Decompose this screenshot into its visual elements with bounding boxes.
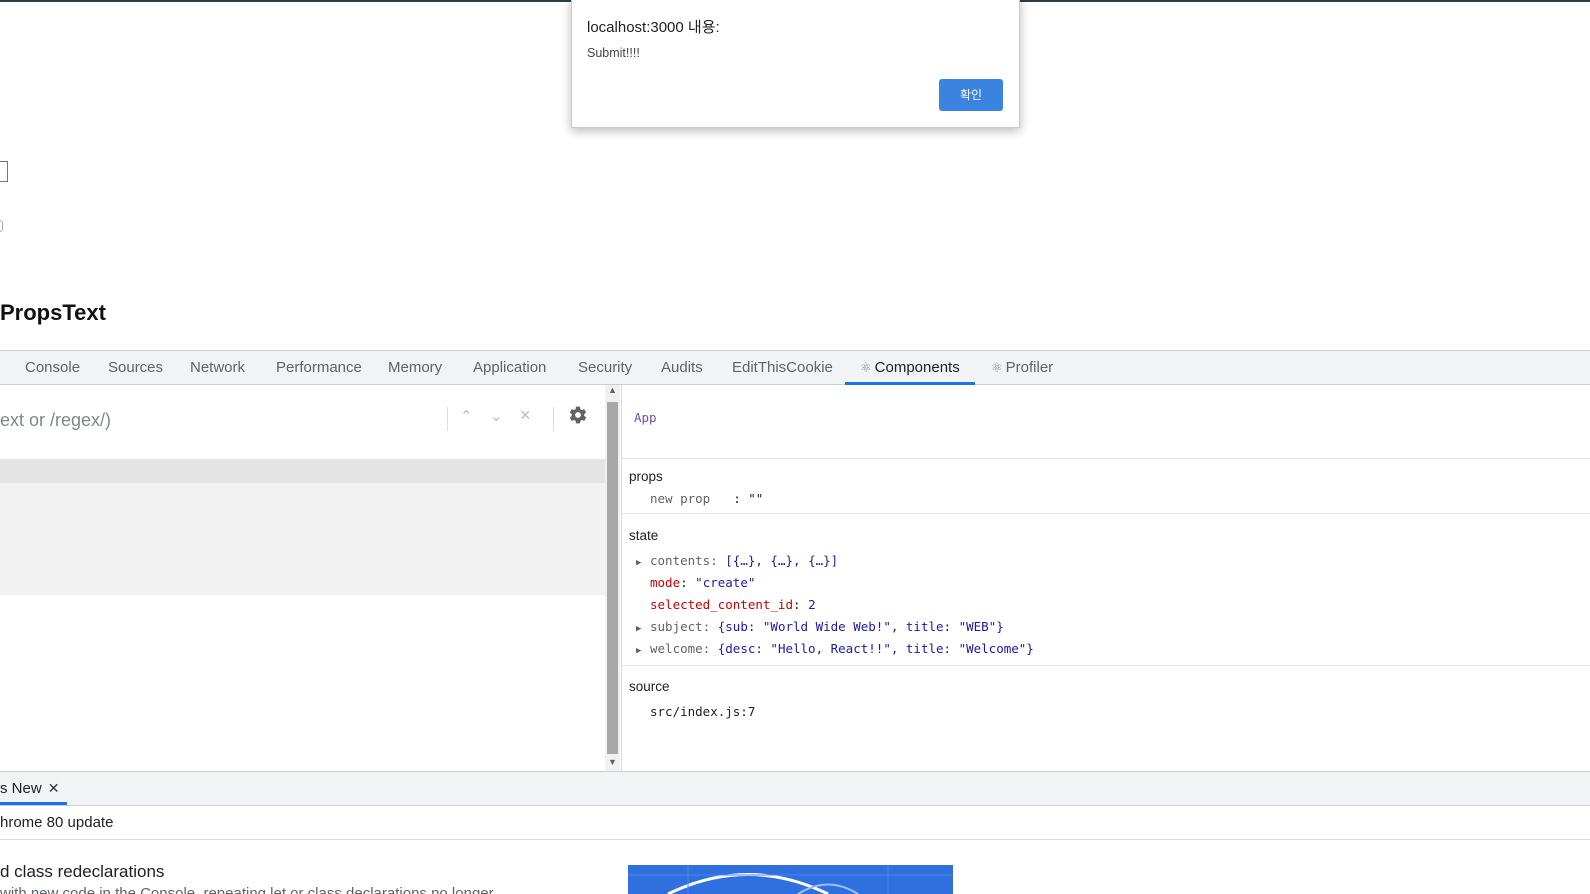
- component-inspector-pane: App props new prop : "" state ▶ contents: …: [621, 385, 1590, 771]
- divider: [622, 665, 1590, 666]
- drawer-tab-bar: s New ✕: [0, 771, 1590, 806]
- scroll-down-arrow-icon[interactable]: ▼: [608, 757, 617, 767]
- scrollbar[interactable]: ▲ ▼: [605, 385, 620, 771]
- tab-security[interactable]: Security: [578, 351, 632, 385]
- expand-arrow-icon[interactable]: ▶: [636, 624, 644, 634]
- scroll-up-arrow-icon[interactable]: ▲: [608, 385, 617, 395]
- selected-component-name: App: [634, 410, 657, 425]
- alert-dialog: localhost:3000 내용: Submit!!!! 확인: [571, 0, 1020, 128]
- gear-icon[interactable]: [568, 405, 588, 425]
- divider: [553, 407, 554, 431]
- close-icon[interactable]: ✕: [48, 780, 60, 796]
- tab-components[interactable]: ⚛ Components: [845, 351, 975, 385]
- new-prop-row[interactable]: new prop : "": [650, 491, 763, 506]
- page-text-input[interactable]: [0, 161, 8, 182]
- divider: [447, 407, 448, 431]
- tab-sources[interactable]: Sources: [108, 351, 163, 385]
- new-prop-value[interactable]: : "": [733, 491, 763, 506]
- tab-profiler[interactable]: ⚛ Profiler: [991, 351, 1053, 385]
- source-location[interactable]: src/index.js:7: [650, 704, 755, 719]
- drawer-article-body: with new code in the Console, repeating …: [0, 885, 494, 894]
- divider: [622, 458, 1590, 459]
- new-prop-key[interactable]: new prop: [650, 491, 710, 506]
- tab-memory[interactable]: Memory: [388, 351, 442, 385]
- tree-row-selected[interactable]: [0, 459, 605, 483]
- expand-arrow-icon[interactable]: ▶: [636, 558, 644, 568]
- react-atom-icon: ⚛: [860, 360, 872, 375]
- tab-whats-new[interactable]: s New ✕: [0, 772, 68, 805]
- state-row-selected-content-id[interactable]: selected_content_id: 2: [636, 597, 816, 612]
- tab-performance[interactable]: Performance: [276, 351, 362, 385]
- alert-title: localhost:3000 내용:: [587, 19, 720, 36]
- tree-row-highlight: [0, 483, 605, 595]
- drawer-article-heading[interactable]: d class redeclarations: [0, 862, 164, 882]
- state-row-mode[interactable]: mode: "create": [636, 575, 755, 590]
- close-icon[interactable]: ×: [520, 405, 531, 426]
- drawer-subheader: hrome 80 update: [0, 806, 1590, 840]
- tab-editthiscookie[interactable]: EditThisCookie: [732, 351, 833, 385]
- source-section-label: source: [629, 679, 670, 694]
- state-row-contents[interactable]: ▶ contents: [{…}, {…}, {…}]: [636, 553, 838, 568]
- divider: [622, 513, 1590, 514]
- article-illustration: [628, 865, 953, 894]
- react-atom-icon: ⚛: [991, 360, 1003, 375]
- page-heading: PropsText: [0, 300, 106, 325]
- tab-profiler-label: Profiler: [1005, 359, 1054, 376]
- tab-console[interactable]: Console: [25, 351, 80, 385]
- tab-application[interactable]: Application: [473, 351, 546, 385]
- page-radio[interactable]: [0, 220, 3, 232]
- chevron-down-icon[interactable]: ⌄: [490, 407, 503, 425]
- props-section-label: props: [629, 469, 663, 484]
- scrollbar-thumb[interactable]: [607, 402, 618, 754]
- alert-message: Submit!!!!: [587, 46, 640, 60]
- alert-ok-button[interactable]: 확인: [939, 79, 1003, 111]
- chevron-up-icon[interactable]: ⌃: [460, 407, 473, 425]
- expand-arrow-icon[interactable]: ▶: [636, 646, 644, 656]
- state-section-label: state: [629, 528, 659, 543]
- drawer-article-image: [628, 865, 953, 894]
- drawer-subtitle: hrome 80 update: [0, 814, 114, 831]
- devtools-tab-bar: Console Sources Network Performance Memo…: [0, 350, 1590, 385]
- state-row-welcome[interactable]: ▶ welcome: {desc: "Hello, React!!", title…: [636, 641, 1034, 656]
- search-input[interactable]: ext or /regex/): [0, 410, 111, 431]
- state-row-subject[interactable]: ▶ subject: {sub: "World Wide Web!", title…: [636, 619, 1004, 634]
- tab-network[interactable]: Network: [190, 351, 245, 385]
- tab-audits[interactable]: Audits: [661, 351, 703, 385]
- tab-components-label: Components: [874, 359, 960, 376]
- component-tree-pane: ext or /regex/) ⌃ ⌄ ×: [0, 385, 605, 771]
